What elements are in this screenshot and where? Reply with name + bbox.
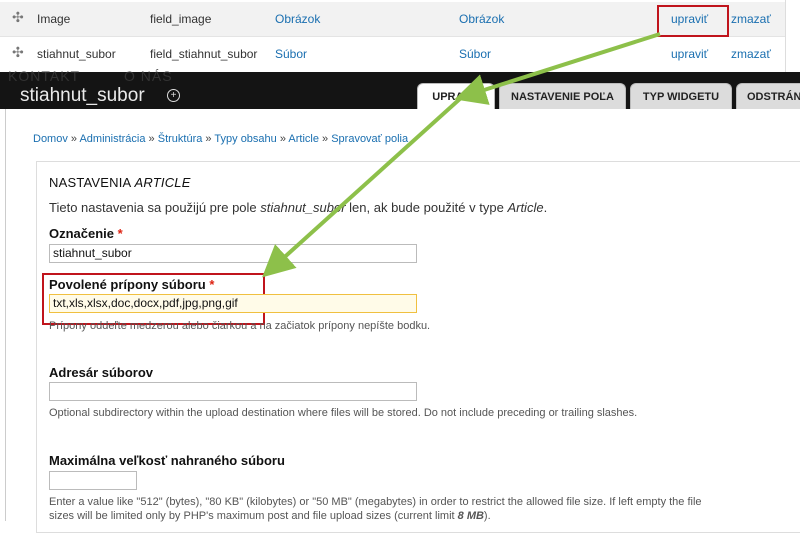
directory-input[interactable] (49, 382, 417, 401)
upload-limit: 8 MB (457, 510, 484, 522)
delete-link[interactable]: zmazať (731, 47, 771, 61)
max-size-input[interactable] (49, 471, 137, 490)
label-field-title: Označenie * (49, 226, 123, 241)
field-widget-link[interactable]: Súbor (459, 47, 491, 61)
intro-type: Article (507, 200, 544, 215)
breadcrumb-link[interactable]: Štruktúra (158, 133, 203, 145)
extensions-field-title: Povolené prípony súboru * (49, 277, 214, 292)
breadcrumb-link[interactable]: Article (288, 133, 319, 145)
field-type-link[interactable]: Súbor (275, 47, 307, 61)
label-text: Povolené prípony súboru (49, 277, 206, 292)
label-text: Označenie (49, 226, 115, 241)
menu-item-o-nas[interactable]: O NÁS (124, 68, 173, 84)
field-label: Image (37, 12, 71, 26)
field-machine-name: field_stiahnut_subor (150, 47, 258, 61)
intro-text: len, ak bude použité v type (345, 200, 508, 215)
field-label: stiahnut_subor (37, 47, 116, 61)
drag-handle-icon[interactable]: ✣ (12, 44, 24, 61)
fieldset-legend: NASTAVENIA ARTICLE (49, 175, 191, 190)
breadcrumb-link[interactable]: Spravovať polia (331, 133, 408, 145)
highlight-box-edit (657, 5, 729, 37)
breadcrumb-link[interactable]: Administrácia (79, 133, 145, 145)
extensions-help: Prípony oddeľte medzerou alebo čiarkou a… (49, 320, 431, 332)
tab-typ-widgetu[interactable]: TYP WIDGETU (630, 83, 732, 109)
breadcrumb-link[interactable]: Typy obsahu (214, 133, 276, 145)
menu-item-kontakt[interactable]: KONTAKT (8, 68, 80, 84)
max-size-field-title: Maximálna veľkosť nahraného súboru (49, 453, 285, 468)
help-text: ). (483, 510, 491, 522)
label-input[interactable] (49, 244, 417, 263)
help-text: sizes will be limited only by PHP's maxi… (49, 510, 458, 522)
intro-text: Tieto nastavenia sa použijú pre pole (49, 200, 261, 215)
extensions-input[interactable] (49, 294, 417, 313)
directory-help: Optional subdirectory within the upload … (49, 407, 638, 419)
required-mark: * (117, 226, 123, 241)
edit-link[interactable]: upraviť (671, 47, 708, 61)
breadcrumb-link[interactable]: Domov (33, 133, 68, 145)
directory-field-title: Adresár súborov (49, 365, 154, 380)
drag-handle-icon[interactable]: ✣ (12, 9, 24, 26)
fieldset-description: Tieto nastavenia sa použijú pre pole sti… (49, 200, 547, 215)
add-shortcut-icon[interactable]: + (167, 89, 180, 102)
tab-odstranit[interactable]: ODSTRÁN (736, 83, 800, 109)
legend-text: NASTAVENIA (49, 175, 135, 190)
field-machine-name: field_image (150, 12, 212, 26)
legend-type: ARTICLE (134, 175, 191, 190)
required-mark: * (209, 277, 215, 292)
page-title: stiahnut_subor (20, 85, 145, 106)
table-row: ✣ stiahnut_subor field_stiahnut_subor Sú… (0, 36, 785, 72)
field-type-link[interactable]: Obrázok (275, 12, 320, 26)
field-widget-link[interactable]: Obrázok (459, 12, 504, 26)
tab-nastavenie-pola[interactable]: NASTAVENIE POĽA (499, 83, 626, 109)
tab-upravit[interactable]: UPRAVIŤ (417, 83, 495, 109)
breadcrumb: Domov » Administrácia » Štruktúra » Typy… (33, 133, 409, 145)
max-size-help: Enter a value like "512" (bytes), "80 KB… (49, 496, 702, 508)
max-size-help: sizes will be limited only by PHP's maxi… (49, 510, 491, 522)
delete-link[interactable]: zmazať (731, 12, 771, 26)
intro-text: . (543, 200, 548, 215)
intro-field: stiahnut_subor (260, 200, 346, 215)
settings-fieldset (36, 161, 800, 533)
